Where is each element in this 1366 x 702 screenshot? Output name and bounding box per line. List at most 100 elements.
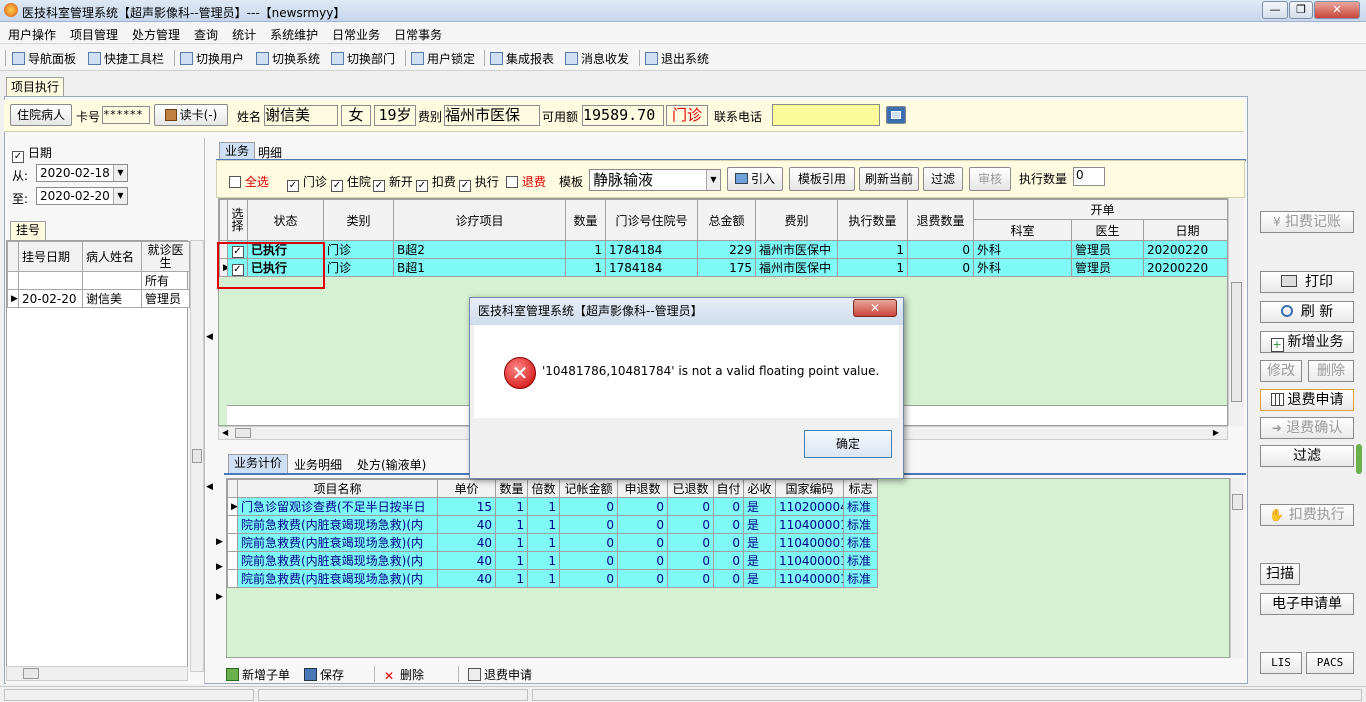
scroll-thumb[interactable] bbox=[1232, 494, 1243, 510]
table-row[interactable]: 院前急救费(内脏衰竭现场急救)(内 40 1 1 0 0 0 0 是 110400001 标准 bbox=[227, 533, 878, 552]
col-doctor[interactable]: 就诊医生 bbox=[141, 241, 190, 272]
dialog-close-button[interactable]: ✕ bbox=[853, 299, 897, 317]
date-checkbox[interactable]: ✓ 日期 bbox=[12, 144, 52, 163]
messages-button[interactable]: 消息收发 bbox=[565, 50, 629, 67]
table-row[interactable]: ▶ 20-02-20 谢信美 管理员 bbox=[7, 289, 190, 308]
refund-confirm-button[interactable]: ➜ 退费确认 bbox=[1260, 417, 1354, 439]
template-ref-button[interactable]: 模板引用 bbox=[789, 167, 855, 191]
col-refund-requested[interactable]: 申退数 bbox=[617, 479, 668, 498]
col-unit-price[interactable]: 单价 bbox=[437, 479, 496, 498]
col-qty[interactable]: 数量 bbox=[495, 479, 528, 498]
col-mandatory[interactable]: 必收 bbox=[743, 479, 776, 498]
scroll-thumb[interactable] bbox=[23, 668, 39, 679]
template-select[interactable]: 静脉输液 ▼ bbox=[589, 169, 721, 191]
col-refund-qty[interactable]: 退费数量 bbox=[907, 199, 974, 241]
col-flag[interactable]: 标志 bbox=[843, 479, 878, 498]
col-date[interactable]: 日期 bbox=[1142, 219, 1227, 241]
col-category[interactable]: 类别 bbox=[323, 199, 394, 241]
left-vertical-scrollbar[interactable] bbox=[190, 240, 204, 672]
switch-dept-button[interactable]: 切换部门 bbox=[331, 50, 395, 67]
e-request-button[interactable]: 电子申请单 bbox=[1260, 593, 1354, 615]
pacs-button[interactable]: PACS bbox=[1306, 652, 1354, 674]
exec-qty-input[interactable]: 0 bbox=[1073, 167, 1105, 186]
col-exec-qty[interactable]: 执行数量 bbox=[837, 199, 908, 241]
col-status[interactable]: 状态 bbox=[247, 199, 324, 241]
splitter-right-icon[interactable]: ▶ bbox=[216, 592, 223, 602]
exit-system-button[interactable]: 退出系统 bbox=[645, 50, 709, 67]
col-refunded[interactable]: 已退数 bbox=[667, 479, 714, 498]
delete-right-button[interactable]: 删除 bbox=[1308, 360, 1354, 382]
refresh-button[interactable]: 刷 新 bbox=[1260, 301, 1354, 323]
table-row[interactable]: 院前急救费(内脏衰竭现场急救)(内 40 1 1 0 0 0 0 是 110400001 标准 bbox=[227, 515, 878, 534]
select-all-checkbox[interactable]: 全选 bbox=[229, 173, 269, 190]
from-date-picker[interactable]: 2020-02-18 ▼ bbox=[36, 164, 128, 182]
maximize-button[interactable]: ❐ bbox=[1289, 1, 1313, 19]
doctor-filter-cell[interactable]: 所有 bbox=[141, 271, 190, 290]
filter-right-button[interactable]: 过滤 bbox=[1260, 445, 1354, 467]
integrated-report-button[interactable]: 集成报表 bbox=[490, 50, 554, 67]
menu-daily-business[interactable]: 日常业务 bbox=[324, 22, 386, 43]
print-button[interactable]: 打印 bbox=[1260, 271, 1354, 293]
tab-prescription[interactable]: 处方(输液单) bbox=[357, 456, 426, 473]
splitter-left-icon[interactable]: ◀ bbox=[206, 482, 213, 492]
close-window-button[interactable]: ✕ bbox=[1314, 1, 1360, 19]
lower-vertical-scrollbar[interactable] bbox=[1230, 478, 1244, 658]
menu-system-maintenance[interactable]: 系统维护 bbox=[262, 22, 324, 43]
executed-checkbox[interactable]: ✓ 执行 bbox=[459, 173, 499, 192]
filter-button[interactable]: 过滤 bbox=[923, 167, 963, 191]
nav-panel-button[interactable]: 导航面板 bbox=[12, 50, 76, 67]
lis-button[interactable]: LIS bbox=[1260, 652, 1302, 674]
charge-record-button[interactable]: ¥ 扣费记账 bbox=[1260, 211, 1354, 233]
splitter-right-icon[interactable]: ▶ bbox=[216, 537, 223, 547]
splitter-left-icon[interactable]: ◀ bbox=[206, 332, 213, 342]
col-total-amount[interactable]: 总金额 bbox=[697, 199, 756, 241]
col-posted-amount[interactable]: 记帐金额 bbox=[559, 479, 618, 498]
right-scroll-indicator[interactable] bbox=[1356, 444, 1362, 474]
menu-project-mgmt[interactable]: 项目管理 bbox=[62, 22, 124, 43]
add-sub-order-button[interactable]: 新增子单 bbox=[226, 666, 290, 683]
col-department[interactable]: 科室 bbox=[973, 219, 1072, 241]
new-checkbox[interactable]: ✓ 新开 bbox=[373, 173, 413, 192]
scroll-thumb[interactable] bbox=[235, 428, 251, 438]
menu-query[interactable]: 查询 bbox=[186, 22, 224, 43]
refund-checkbox[interactable]: 退费 bbox=[506, 173, 546, 190]
table-row[interactable]: ✓ 已执行 门诊 B超2 1 1784184 229 福州市医保中 1 0 外科… bbox=[219, 240, 1227, 259]
tab-business-detail[interactable]: 业务明细 bbox=[294, 456, 342, 473]
menu-daily-affairs[interactable]: 日常事务 bbox=[386, 22, 448, 43]
menu-prescription-mgmt[interactable]: 处方管理 bbox=[124, 22, 186, 43]
col-visit-number[interactable]: 门诊号住院号 bbox=[605, 199, 698, 241]
table-row[interactable]: 院前急救费(内脏衰竭现场急救)(内 40 1 1 0 0 0 0 是 110400001 标准 bbox=[227, 551, 878, 570]
tab-registration[interactable]: 挂号 bbox=[10, 221, 46, 240]
minimize-button[interactable]: — bbox=[1262, 1, 1288, 19]
review-button[interactable]: 审核 bbox=[969, 167, 1011, 191]
menu-user-ops[interactable]: 用户操作 bbox=[0, 22, 62, 43]
scroll-left-icon[interactable]: ◀ bbox=[222, 428, 228, 437]
scan-button[interactable]: 扫描 bbox=[1260, 563, 1300, 585]
read-card-button[interactable]: 读卡(-) bbox=[154, 104, 228, 126]
refund-request-button[interactable]: 退费申请 bbox=[1260, 389, 1354, 411]
import-button[interactable]: 引入 bbox=[727, 167, 783, 191]
col-quantity[interactable]: 数量 bbox=[565, 199, 606, 241]
menu-statistics[interactable]: 统计 bbox=[224, 22, 262, 43]
col-national-code[interactable]: 国家编码 bbox=[775, 479, 844, 498]
scroll-thumb[interactable] bbox=[1231, 282, 1242, 402]
col-item-name[interactable]: 项目名称 bbox=[237, 479, 438, 498]
ok-button[interactable]: 确定 bbox=[804, 430, 892, 458]
upper-vertical-scrollbar[interactable] bbox=[1228, 198, 1244, 426]
add-business-button[interactable]: + 新增业务 bbox=[1260, 331, 1354, 353]
table-row[interactable]: 院前急救费(内脏衰竭现场急救)(内 40 1 1 0 0 0 0 是 110400001 标准 bbox=[227, 569, 878, 588]
refresh-current-button[interactable]: 刷新当前 bbox=[859, 167, 919, 191]
col-select[interactable]: 选择 bbox=[227, 199, 248, 241]
col-diagnosis-item[interactable]: 诊疗项目 bbox=[393, 199, 566, 241]
save-button[interactable]: 保存 bbox=[304, 666, 344, 683]
col-patient-name[interactable]: 病人姓名 bbox=[82, 241, 142, 272]
tab-business-pricing[interactable]: 业务计价 bbox=[228, 454, 288, 473]
scroll-thumb[interactable] bbox=[192, 449, 202, 463]
inpatient-checkbox[interactable]: ✓ 住院 bbox=[331, 173, 371, 192]
outpatient-checkbox[interactable]: ✓ 门诊 bbox=[287, 173, 327, 192]
left-horizontal-scrollbar[interactable] bbox=[6, 666, 188, 681]
phone-field[interactable] bbox=[772, 104, 880, 126]
to-date-picker[interactable]: 2020-02-20 ▼ bbox=[36, 187, 128, 205]
charge-execute-button[interactable]: ✋ 扣费执行 bbox=[1260, 504, 1354, 526]
table-row[interactable]: ▶ 门急诊留观诊查费(不足半日按半日 15 1 1 0 0 0 0 是 110200004 标准 bbox=[227, 497, 878, 516]
